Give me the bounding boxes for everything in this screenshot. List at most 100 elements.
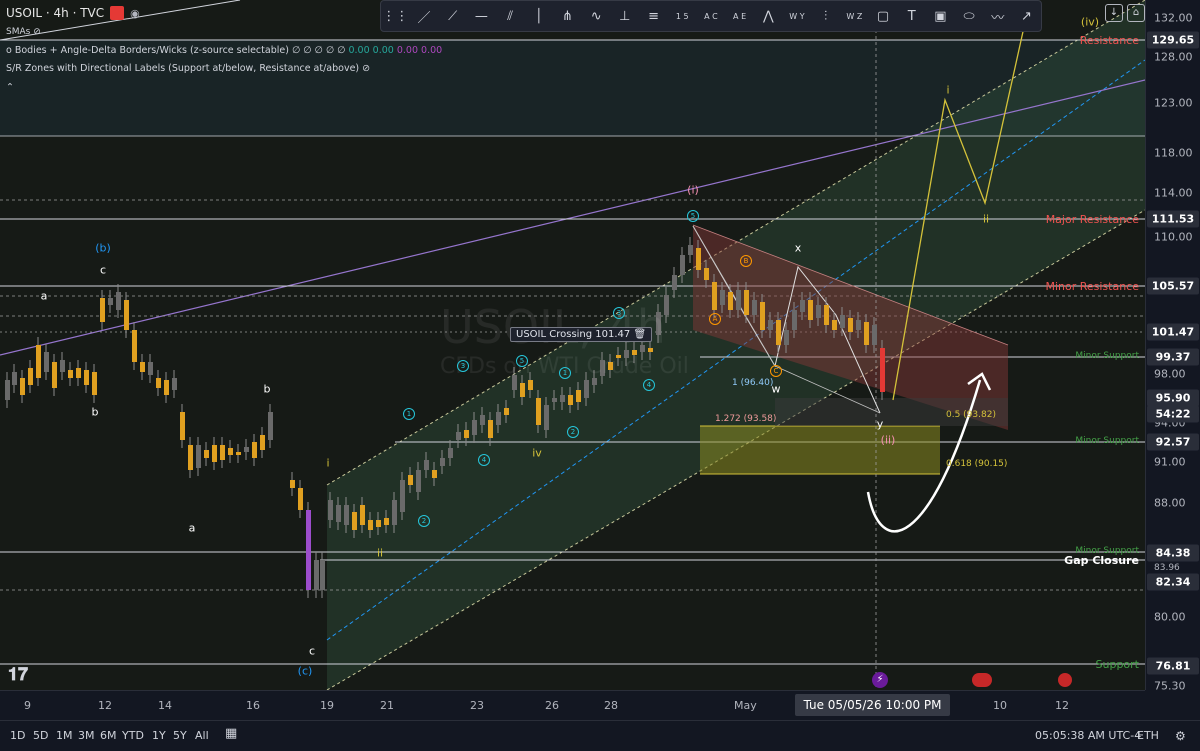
scroll-down-button[interactable]: ↓ [1105,4,1123,22]
wave-label-b-left: b [91,405,99,419]
symbol-header[interactable]: USOIL · 4h · TVC ◉ [6,6,140,20]
cursor-lines-icon[interactable]: ⋮⋮ [382,5,408,27]
candle-body [824,305,829,325]
candle-body [496,412,501,425]
indicator-legend-2[interactable]: S/R Zones with Directional Labels (Suppo… [6,63,370,74]
range-all-button[interactable]: All [195,729,209,742]
wave-label-a-mid: a [188,521,196,535]
time-axis[interactable]: 9 12 14 16 19 21 23 26 28 May 10 12 [0,690,1145,721]
horizontal-line-icon[interactable]: — [470,5,492,27]
range-5y-button[interactable]: 5Y [173,729,187,742]
calendar-icon[interactable]: ▦ [225,726,237,741]
curve-icon[interactable]: 〰 [987,5,1009,27]
pitchfork-icon[interactable]: ⋔ [556,5,578,27]
drawing-toolbar[interactable]: ⋮⋮ ／ ⟋ — ⫽ │ ⋔ ∿ ⊥ ≡ 1 5 A C A E ⋀ W Y ⫶… [380,0,1042,32]
flag-event-icon-1[interactable] [972,673,992,687]
price-axis[interactable]: 132.00 128.00 123.00 118.00 114.00 110.00 98.0… [1145,0,1200,693]
replay-circle-icon[interactable]: ⚡ [872,672,888,688]
trend-angle-icon[interactable]: ⟋ [442,5,464,27]
candle-body [744,290,749,315]
pattern-ae-icon[interactable]: A E [729,5,751,27]
chart-bars-icon[interactable]: ⫶ [815,5,837,27]
wave-label-ii-proj: ii [982,212,990,226]
ray-icon[interactable]: ／ [413,5,435,27]
tradingview-logo: 𝟏𝟕 [8,664,29,685]
text-icon[interactable]: T [901,5,923,27]
collapse-legend-button[interactable]: ⌃ [6,82,14,93]
resistance-label: Resistance [1079,34,1139,47]
range-1m-button[interactable]: 1M [56,729,73,742]
eye-icon[interactable]: ◉ [130,7,140,20]
candle-body [808,300,813,320]
session-toggle[interactable]: ETH [1137,729,1159,742]
time-tick: 28 [604,699,618,712]
smas-legend[interactable]: SMAs ⊘ [6,27,41,37]
arrow-icon[interactable]: ↗ [1015,5,1037,27]
time-tick: 12 [98,699,112,712]
wave-label-c-low: c [308,644,316,658]
wave-circle-1a: 1 [403,408,415,420]
range-1d-button[interactable]: 1D [10,729,25,742]
indicator-1-num-3: 0.00 [396,45,418,56]
channel-icon[interactable]: ⫽ [499,5,521,27]
info-line-icon[interactable]: ⊥ [614,5,636,27]
candle-body [472,420,477,435]
wave-circle-4a: 4 [478,454,490,466]
range-5d-button[interactable]: 5D [33,729,48,742]
candle-body [440,458,445,466]
clock-display[interactable]: 05:05:38 AM UTC-4 [1035,729,1141,742]
range-ytd-button[interactable]: YTD [122,729,144,742]
fib-label-1272: 1.272 (93.58) [715,414,777,424]
candle-body [344,505,349,525]
flag-event-icon-2[interactable] [1058,673,1072,687]
price-label: 95.90 [1147,389,1199,407]
indicator-2-name: S/R Zones with Directional Labels (Suppo… [6,63,360,74]
pattern-wy-icon[interactable]: W Y [786,5,808,27]
trash-icon[interactable]: 🗑 [633,329,646,340]
candle-body [576,390,581,402]
rectangle-icon[interactable]: ▢ [872,5,894,27]
wave-circle-A: A [709,313,721,325]
price-alert-label[interactable]: USOIL Crossing 101.47 🗑 [510,327,653,342]
candle-body [204,450,209,458]
cycle-icon[interactable]: ⋀ [757,5,779,27]
settings-gear-icon[interactable]: ⚙ [1175,729,1186,743]
parallel-icon[interactable]: ≡ [643,5,665,27]
candle-body [320,560,325,590]
indicator-legend-1[interactable]: o Bodies + Angle-Delta Borders/Wicks (z-… [6,45,442,56]
path-icon[interactable]: ∿ [585,5,607,27]
candle-body [528,380,533,390]
candle-body [456,432,461,440]
price-label: 111.53 [1147,210,1199,228]
price-tick: 88.00 [1154,496,1186,510]
price-tick: 98.00 [1154,367,1186,381]
range-6m-button[interactable]: 6M [100,729,117,742]
pattern-abc-icon[interactable]: A C [700,5,722,27]
maximize-button[interactable]: ⌂ [1127,4,1145,22]
candle-body [196,445,201,468]
price-note-icon[interactable]: ▣ [929,5,951,27]
range-3m-button[interactable]: 3M [78,729,95,742]
wave-circle-5a: 5 [516,355,528,367]
wave-label-ii-paren: (ii) [880,433,896,447]
eye-off-icon[interactable]: ⊘ [362,63,370,74]
wave-circle-2b: 2 [567,426,579,438]
support-label: Support [1095,658,1139,671]
pattern-wz-icon[interactable]: W Z [843,5,865,27]
indicator-1-values: ∅ ∅ ∅ ∅ ∅ [291,45,346,56]
indicator-1-name: o Bodies + Angle-Delta Borders/Wicks (z-… [6,45,289,56]
vertical-line-icon[interactable]: │ [528,5,550,27]
symbol-title[interactable]: USOIL · 4h · TVC [6,6,104,20]
candle-body [28,368,33,385]
eye-off-icon[interactable]: ⊘ [33,27,41,37]
bottom-bar[interactable]: 1D 5D 1M 3M 6M YTD 1Y 5Y All ▦ 05:05:38 … [0,720,1200,751]
ellipse-icon[interactable]: ⬭ [958,5,980,27]
live-status-icon [110,6,125,20]
fib-label-0618: 0.618 (90.15) [946,459,1008,469]
pattern-15-icon[interactable]: 1 5 [671,5,693,27]
range-1y-button[interactable]: 1Y [152,729,166,742]
chart-pane[interactable]: USOIL · 4h · TVC ◉ o Bodies + Angle-Delt… [0,0,1145,690]
candle-body [488,420,493,438]
candle-body [872,325,877,345]
chevron-up-icon[interactable]: ⌃ [6,82,14,93]
